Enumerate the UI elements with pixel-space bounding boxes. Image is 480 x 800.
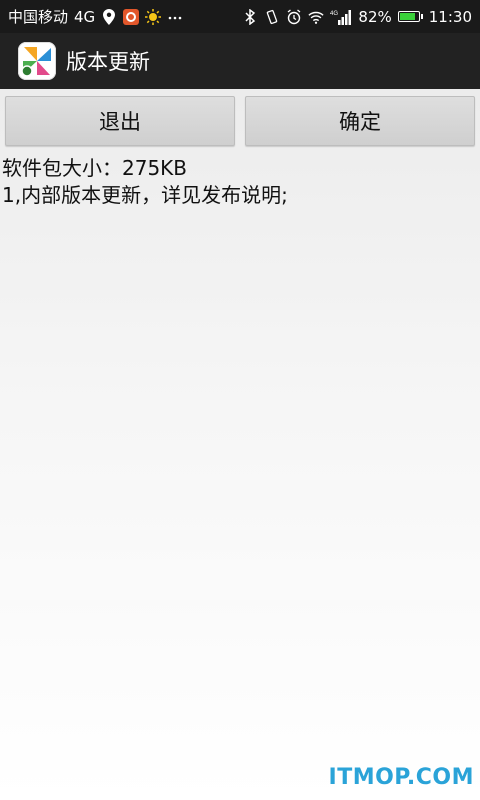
wifi-icon xyxy=(308,9,325,25)
clock-time: 11:30 xyxy=(428,7,472,26)
app-icon xyxy=(18,42,56,80)
battery-tip xyxy=(420,14,423,19)
cell-signal-icon: 4G xyxy=(330,9,352,25)
package-size-text: 软件包大小：275KB xyxy=(2,156,188,180)
notification-app-icon xyxy=(123,8,140,25)
network-type-label: 4G xyxy=(74,7,96,26)
status-bar: 中国移动 4G 4G 82% 11:30 xyxy=(0,0,480,33)
button-row: 退出 确定 xyxy=(5,96,475,148)
alarm-clock-icon xyxy=(286,8,302,25)
carrier-label: 中国移动 xyxy=(8,8,69,26)
update-info: 软件包大小：275KB 1,内部版本更新，详见发布说明; xyxy=(2,155,288,209)
status-left: 中国移动 4G xyxy=(8,6,183,27)
status-right: 4G 82% 11:30 xyxy=(242,8,472,26)
title-bar: 版本更新 xyxy=(0,33,480,89)
weather-sun-icon xyxy=(145,8,162,25)
bluetooth-icon xyxy=(242,8,258,25)
more-dots-icon xyxy=(167,9,183,25)
watermark: ITMOP.COM xyxy=(328,765,474,790)
vibrate-icon xyxy=(264,9,280,25)
confirm-button[interactable]: 确定 xyxy=(245,96,475,146)
battery-fill xyxy=(399,13,415,20)
battery-body xyxy=(397,11,420,22)
release-notes-text: 1,内部版本更新，详见发布说明; xyxy=(2,183,288,207)
location-pin-icon xyxy=(101,8,117,25)
battery-icon xyxy=(397,11,423,22)
svg-text:4G: 4G xyxy=(330,11,338,17)
exit-button[interactable]: 退出 xyxy=(5,96,235,146)
page-title: 版本更新 xyxy=(66,50,150,74)
content-area: 退出 确定 软件包大小：275KB 1,内部版本更新，详见发布说明; ITMOP… xyxy=(0,89,480,800)
battery-percent: 82% xyxy=(358,7,392,26)
